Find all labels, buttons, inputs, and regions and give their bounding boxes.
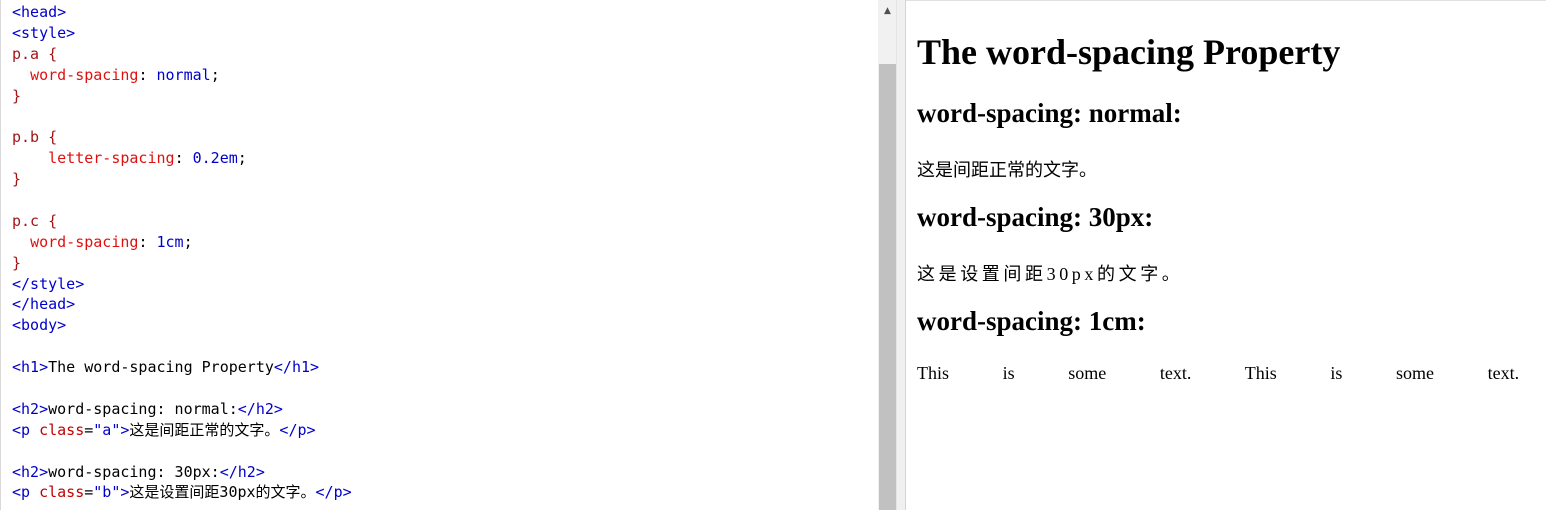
code-token-attr: class (39, 420, 85, 439)
code-token-prop: letter-spacing (48, 149, 175, 168)
result-subheading-normal: word-spacing: normal: (917, 98, 1182, 128)
code-token-attr: class (39, 483, 85, 502)
code-token-tag: <body> (12, 316, 67, 335)
code-line[interactable]: p.b { (12, 127, 352, 148)
result-paragraph-c: This is some text. This is some text. (917, 363, 1520, 383)
code-line[interactable]: </style> (12, 274, 352, 295)
result-subheading-30px: word-spacing: 30px: (917, 202, 1154, 232)
code-token-plain: : (138, 65, 157, 84)
editor-scrollbar[interactable]: ▲ (878, 0, 896, 510)
code-token-tag: <p (12, 483, 40, 502)
code-token-plain: = (84, 483, 94, 502)
code-token-plain: ; (183, 232, 193, 251)
code-token-tag: </h1> (273, 358, 320, 377)
code-line[interactable] (12, 378, 352, 399)
code-token-val: "a" (93, 420, 121, 439)
result-subheading-1cm: word-spacing: 1cm: (917, 306, 1146, 336)
code-token-tag: </head> (12, 295, 76, 314)
code-token-cssv: 1cm (156, 232, 184, 251)
code-line[interactable]: <h2>word-spacing: normal:</h2> (12, 399, 352, 420)
scroll-up-arrow-icon[interactable]: ▲ (878, 0, 896, 22)
code-token-plain: word-spacing: 30px: (48, 462, 220, 481)
pane-divider[interactable] (896, 0, 906, 510)
code-token-tag: </h2> (219, 462, 265, 481)
code-token-tag: </h2> (237, 399, 283, 418)
scrollbar-thumb[interactable] (879, 64, 896, 510)
code-token-tag: </p> (279, 420, 316, 439)
result-paragraph-a: 这是间距正常的文字。 (917, 160, 1097, 180)
code-line[interactable]: <p class="a">这是间距正常的文字。</p> (12, 420, 352, 441)
code-line[interactable]: } (12, 169, 352, 190)
code-token-tag: <h1> (12, 358, 49, 377)
code-line[interactable] (12, 190, 352, 211)
code-token-prop: word-spacing (30, 65, 139, 84)
code-line[interactable]: <h2>word-spacing: 30px:</h2> (12, 462, 352, 483)
code-line[interactable] (12, 336, 352, 357)
code-text[interactable]: <head> <style> p.a { word-spacing: normal;… (12, 2, 352, 503)
code-token-tag: </p> (315, 483, 352, 502)
code-line[interactable]: <h1>The word-spacing Property</h1> (12, 357, 352, 378)
code-token-plain: ; (237, 149, 247, 168)
code-editor[interactable]: <head> <style> p.a { word-spacing: normal;… (0, 0, 896, 510)
code-token-val: "b" (93, 483, 121, 502)
code-token-tag: <style> (12, 23, 76, 42)
code-token-tag: <h2> (12, 462, 49, 481)
code-line[interactable]: <body> (12, 315, 352, 336)
code-line[interactable]: } (12, 86, 352, 107)
code-token-plain: : (138, 232, 157, 251)
code-token-tag: <head> (12, 3, 67, 21)
code-token-sel: } (12, 86, 22, 105)
code-line[interactable]: <p class="b">这是设置间距30px的文字。</p> (12, 482, 352, 503)
code-token-prop: word-spacing (30, 232, 139, 251)
code-line[interactable] (12, 441, 352, 462)
code-token-plain: ; (210, 65, 220, 84)
code-token-cssv: 0.2em (192, 149, 238, 168)
code-line[interactable]: letter-spacing: 0.2em; (12, 148, 352, 169)
code-token-plain: = (84, 420, 94, 439)
code-token-plain: 这是设置间距30px的文字。 (129, 483, 316, 502)
code-line[interactable]: } (12, 253, 352, 274)
code-token-plain: The word-spacing Property (48, 358, 274, 377)
code-line[interactable]: <style> (12, 23, 352, 44)
code-token-plain: 这是间距正常的文字。 (129, 420, 280, 439)
result-preview: The word-spacing Property word-spacing: … (906, 0, 1546, 510)
code-line[interactable]: p.c { (12, 211, 352, 232)
code-line[interactable]: word-spacing: 1cm; (12, 232, 352, 253)
code-token-tag: <p (12, 420, 40, 439)
code-token-plain: word-spacing: normal: (48, 399, 238, 418)
result-paragraph-b: 这是设置间距30px的文字。 (917, 264, 1184, 284)
code-token-sel: p.b { (12, 128, 58, 147)
code-token-sel: p.c { (12, 211, 58, 230)
code-line[interactable]: p.a { (12, 44, 352, 65)
code-token-cssv: normal (156, 65, 211, 84)
code-token-plain: : (174, 149, 193, 168)
code-token-sel: } (12, 253, 22, 272)
result-heading: The word-spacing Property (917, 32, 1341, 72)
code-line[interactable]: </head> (12, 294, 352, 315)
code-token-tag: </style> (12, 274, 85, 293)
code-line[interactable]: <head> (12, 2, 352, 23)
code-line[interactable]: word-spacing: normal; (12, 65, 352, 86)
code-line[interactable] (12, 106, 352, 127)
code-token-tag: <h2> (12, 399, 49, 418)
code-token-sel: } (12, 170, 22, 189)
code-token-sel: p.a { (12, 44, 58, 63)
